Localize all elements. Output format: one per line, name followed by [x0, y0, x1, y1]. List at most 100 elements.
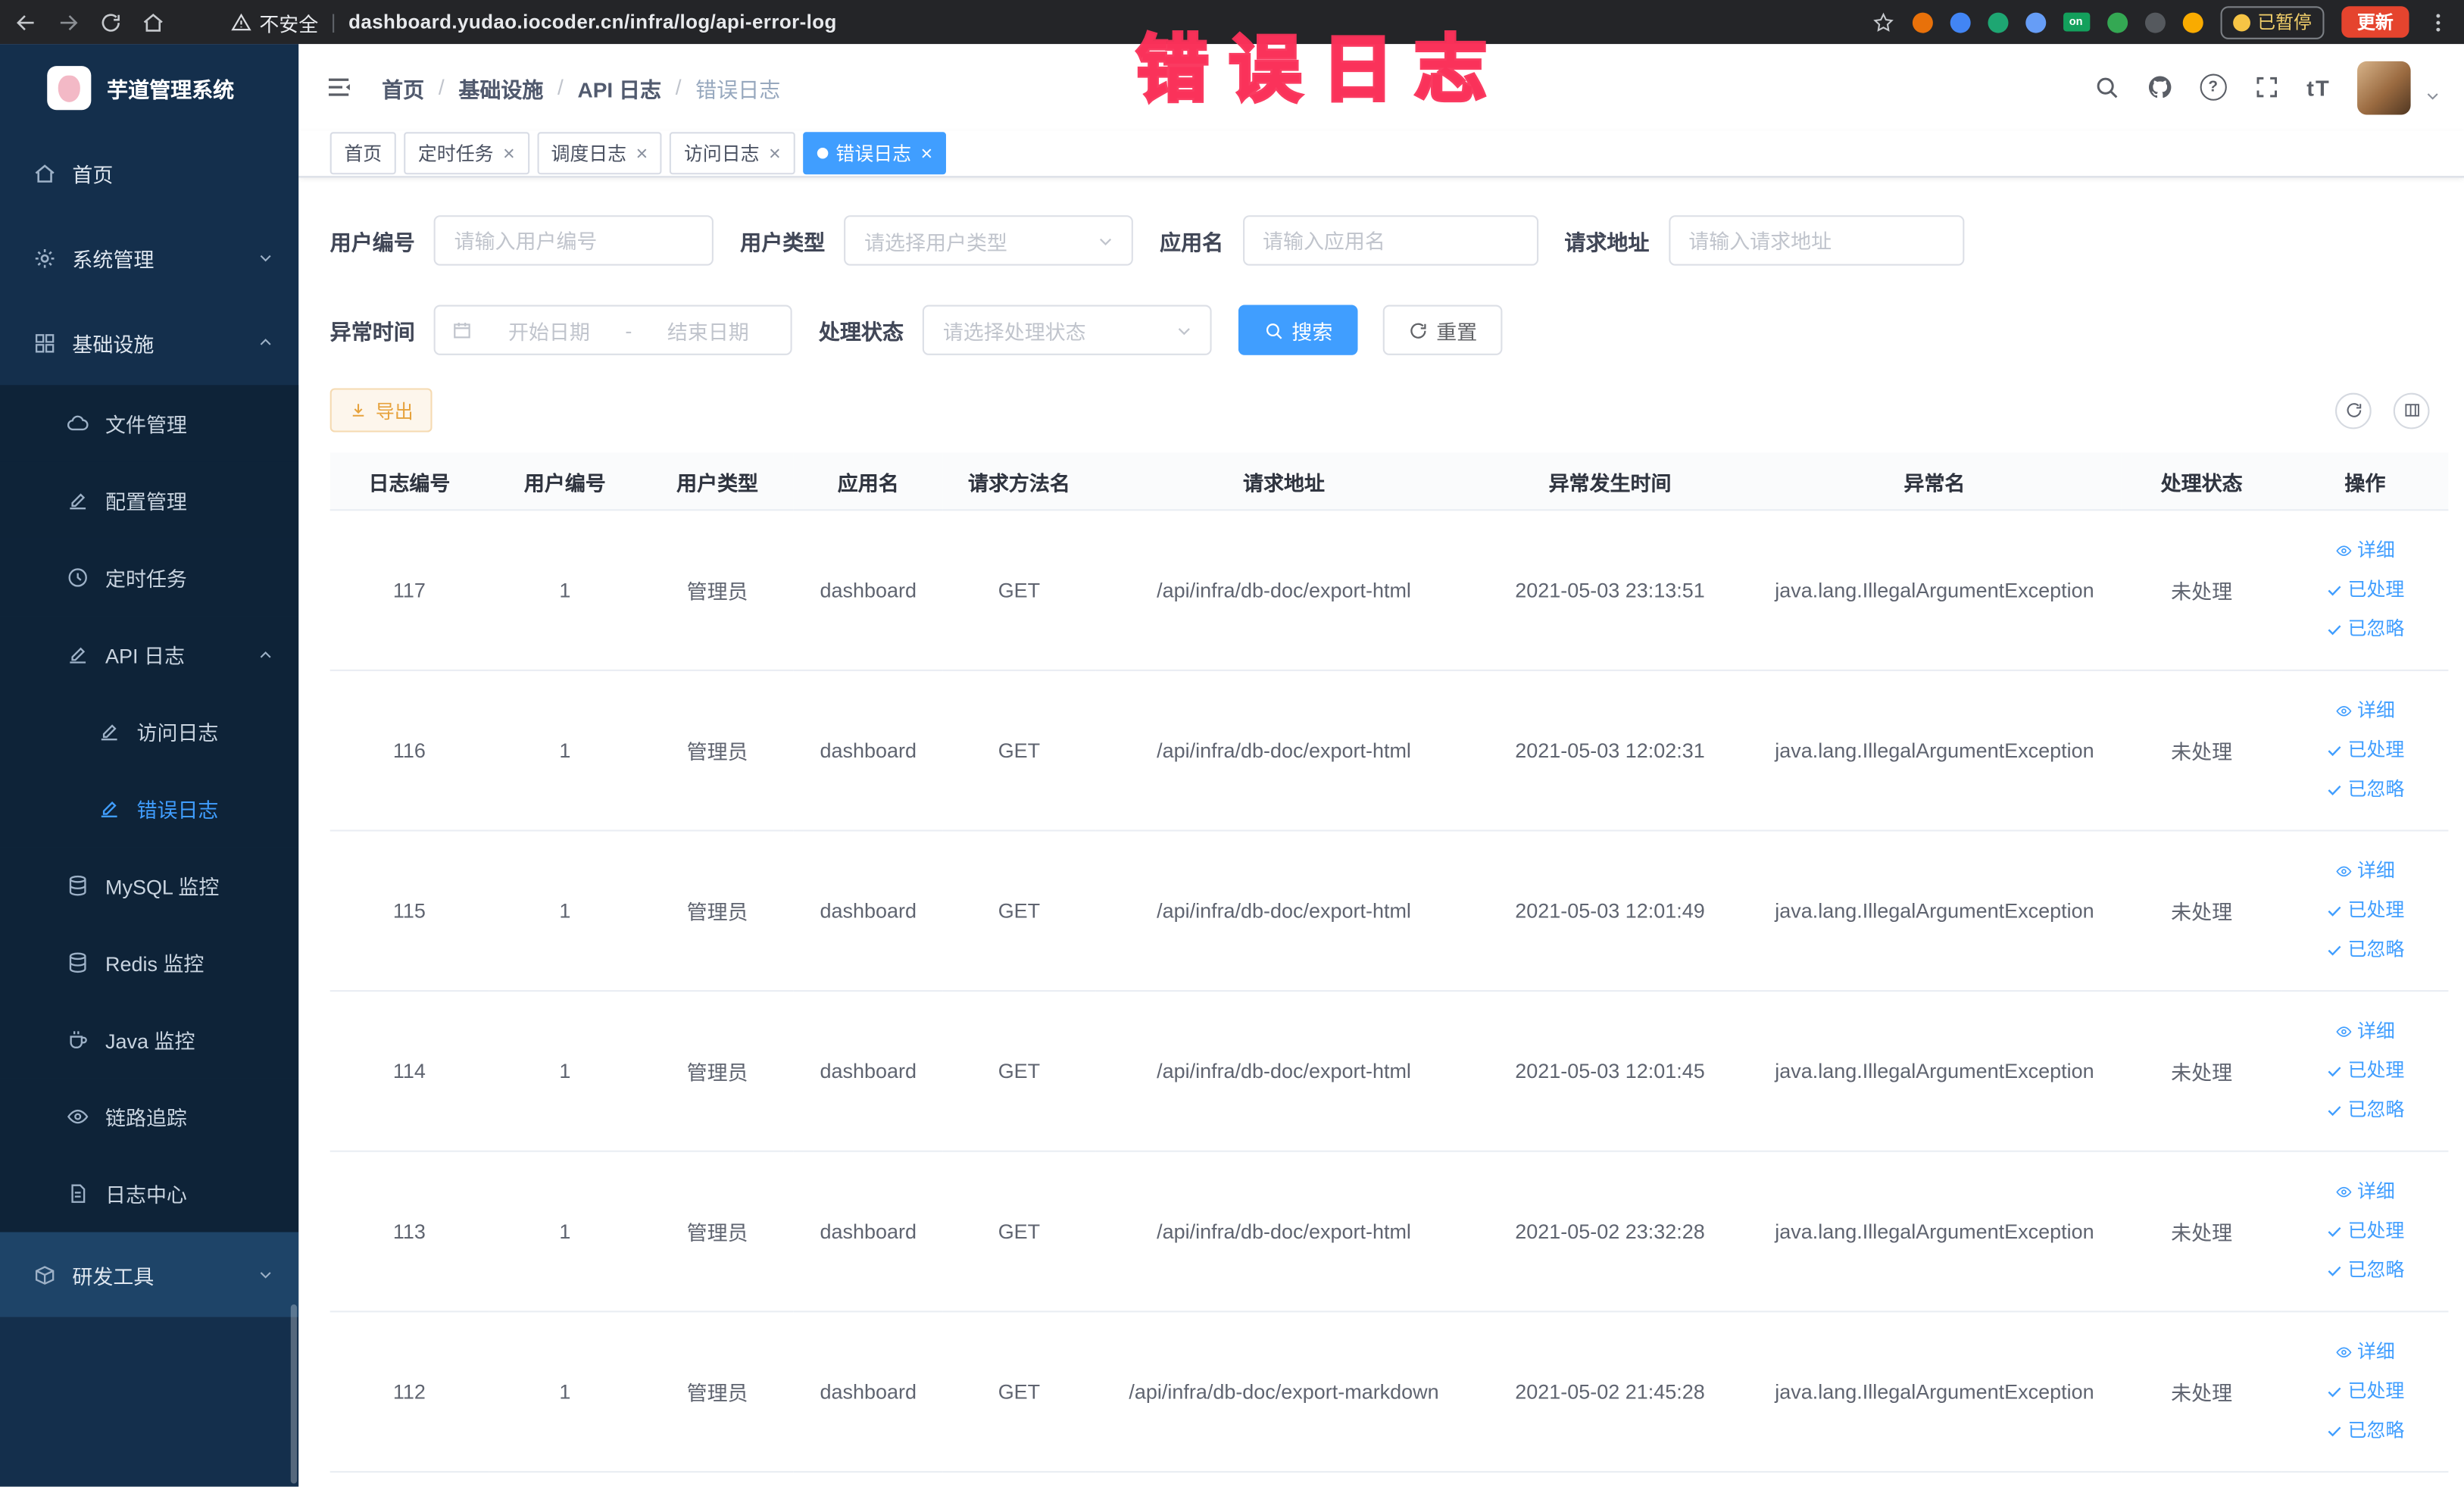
ignored-link[interactable]: 已忽略 [2291, 1251, 2439, 1290]
extension-icon-smiley[interactable] [2181, 11, 2203, 33]
sidebar-item-home[interactable]: 首页 [0, 130, 298, 215]
detail-link[interactable]: 详细 [2291, 851, 2439, 891]
back-icon[interactable] [14, 10, 38, 33]
tab-dispatch-logs[interactable]: 调度日志 × [536, 132, 662, 175]
sidebar-item-java-monitor[interactable]: Java 监控 [0, 1001, 299, 1079]
app-logo[interactable]: 芋道管理系统 [0, 44, 298, 130]
extension-icon-blue-grid[interactable] [2025, 11, 2046, 33]
detail-link[interactable]: 详细 [2291, 1012, 2439, 1051]
column-settings-button[interactable] [2393, 392, 2430, 429]
filter-request-url: 请求地址 [1564, 215, 1964, 266]
security-warning[interactable]: 不安全 [231, 7, 318, 36]
sidebar-item-infrastructure[interactable]: 基础设施 [0, 300, 298, 385]
bookmark-star-icon[interactable] [1871, 10, 1894, 33]
ignored-link[interactable]: 已忽略 [2291, 610, 2439, 649]
detail-link[interactable]: 详细 [2291, 1332, 2439, 1372]
column-header: 用户类型 [641, 452, 794, 511]
sidebar-item-tracing[interactable]: 链路追踪 [0, 1078, 299, 1155]
check-icon [2326, 1101, 2344, 1119]
ignored-link[interactable]: 已忽略 [2291, 930, 2439, 970]
date-separator: - [625, 318, 632, 342]
extension-icon-leaf[interactable] [2106, 11, 2128, 33]
breadcrumb-separator: / [438, 75, 445, 99]
reload-icon[interactable] [99, 10, 123, 33]
extension-icon-on[interactable]: on [2063, 12, 2090, 32]
url-text[interactable]: dashboard.yudao.iocoder.cn/infra/log/api… [348, 11, 837, 33]
avatar-caret-icon[interactable] [2423, 86, 2442, 105]
sidebar-item-file-management[interactable]: 文件管理 [0, 385, 299, 462]
detail-link[interactable]: 详细 [2291, 1173, 2439, 1212]
user-avatar[interactable] [2357, 60, 2411, 114]
ignored-link[interactable]: 已忽略 [2291, 1091, 2439, 1130]
processed-link[interactable]: 已处理 [2291, 731, 2439, 770]
processed-link[interactable]: 已处理 [2291, 1212, 2439, 1251]
extension-icon-blue-drop[interactable] [1949, 11, 1970, 33]
refresh-table-button[interactable] [2335, 392, 2372, 429]
browser-home-icon[interactable] [142, 10, 165, 33]
user-id-input[interactable] [433, 215, 714, 266]
date-range-picker[interactable]: 开始日期 - 结束日期 [433, 305, 792, 355]
field-label: 用户类型 [740, 230, 826, 255]
hamburger-icon[interactable] [323, 72, 353, 102]
tab-error-logs[interactable]: 错误日志 × [802, 132, 947, 175]
detail-link[interactable]: 详细 [2291, 692, 2439, 731]
browser-actions: on 已暂停 更新 [1871, 5, 2450, 39]
close-icon[interactable]: × [503, 143, 515, 164]
extension-icon-paw[interactable] [2144, 11, 2165, 33]
forward-icon[interactable] [57, 10, 80, 33]
fullscreen-icon[interactable] [2253, 74, 2280, 101]
cloud-icon [66, 412, 89, 436]
sidebar-item-config-management[interactable]: 配置管理 [0, 461, 299, 539]
sidebar-item-access-logs[interactable]: 访问日志 [0, 692, 299, 770]
breadcrumb-item[interactable]: 基础设施 [458, 71, 543, 102]
export-button[interactable]: 导出 [329, 388, 433, 433]
breadcrumb-item[interactable]: 首页 [382, 71, 424, 102]
app-name-input[interactable] [1242, 215, 1538, 266]
sidebar-item-scheduled-tasks[interactable]: 定时任务 [0, 539, 299, 617]
browser-chrome: 不安全 | dashboard.yudao.iocoder.cn/infra/l… [0, 0, 2464, 45]
processed-link[interactable]: 已处理 [2291, 1372, 2439, 1411]
breadcrumb-item[interactable]: API 日志 [578, 71, 662, 102]
user-type-select[interactable]: 请选择用户类型 [844, 215, 1133, 266]
processed-link[interactable]: 已处理 [2291, 1051, 2439, 1091]
paused-badge[interactable]: 已暂停 [2219, 5, 2325, 39]
browser-menu-icon[interactable] [2426, 10, 2450, 33]
tab-home[interactable]: 首页 [329, 132, 396, 175]
sidebar-item-system-management[interactable]: 系统管理 [0, 215, 298, 300]
close-icon[interactable]: × [920, 143, 932, 164]
processed-link[interactable]: 已处理 [2291, 570, 2439, 610]
extension-icon-orange[interactable] [1911, 11, 1932, 33]
search-icon[interactable] [2093, 74, 2119, 101]
extension-icon-green[interactable] [1987, 11, 2008, 33]
time-cell: 2021-05-03 23:13:51 [1472, 510, 1748, 671]
sidebar-scrollbar[interactable] [290, 1304, 298, 1484]
close-icon[interactable]: × [636, 143, 648, 164]
exception-cell: java.lang.IllegalArgumentException [1747, 510, 2122, 671]
sidebar-item-label: Java 监控 [105, 1029, 195, 1054]
help-icon[interactable]: ? [2200, 73, 2227, 101]
detail-link[interactable]: 详细 [2291, 531, 2439, 570]
address-bar[interactable]: 不安全 | dashboard.yudao.iocoder.cn/infra/l… [231, 7, 837, 36]
request-url-input[interactable] [1668, 215, 1964, 266]
sidebar-item-dev-tools[interactable]: 研发工具 [0, 1232, 299, 1317]
column-header: 请求方法名 [942, 452, 1096, 511]
reset-button[interactable]: 重置 [1382, 305, 1503, 355]
search-button[interactable]: 搜索 [1238, 305, 1358, 355]
ignored-link[interactable]: 已忽略 [2291, 1411, 2439, 1451]
font-size-icon[interactable]: tT [2306, 75, 2331, 100]
sidebar-item-redis-monitor[interactable]: Redis 监控 [0, 923, 299, 1001]
select-placeholder: 请选择处理状态 [942, 320, 1086, 344]
sidebar-item-mysql-monitor[interactable]: MySQL 监控 [0, 847, 299, 924]
sidebar-item-log-center[interactable]: 日志中心 [0, 1154, 299, 1232]
process-status-select[interactable]: 请选择处理状态 [922, 305, 1212, 355]
sidebar-item-api-logs[interactable]: API 日志 [0, 616, 299, 693]
sidebar-item-error-logs[interactable]: 错误日志 [0, 770, 299, 848]
request-url-cell: /api/infra/db-doc/export-html [1095, 830, 1472, 992]
github-icon[interactable] [2147, 74, 2173, 101]
ignored-link[interactable]: 已忽略 [2291, 770, 2439, 810]
update-button[interactable]: 更新 [2341, 6, 2409, 38]
tab-scheduled-tasks[interactable]: 定时任务 × [404, 132, 529, 175]
processed-link[interactable]: 已处理 [2291, 891, 2439, 930]
close-icon[interactable]: × [769, 143, 781, 164]
tab-access-logs[interactable]: 访问日志 × [670, 132, 795, 175]
